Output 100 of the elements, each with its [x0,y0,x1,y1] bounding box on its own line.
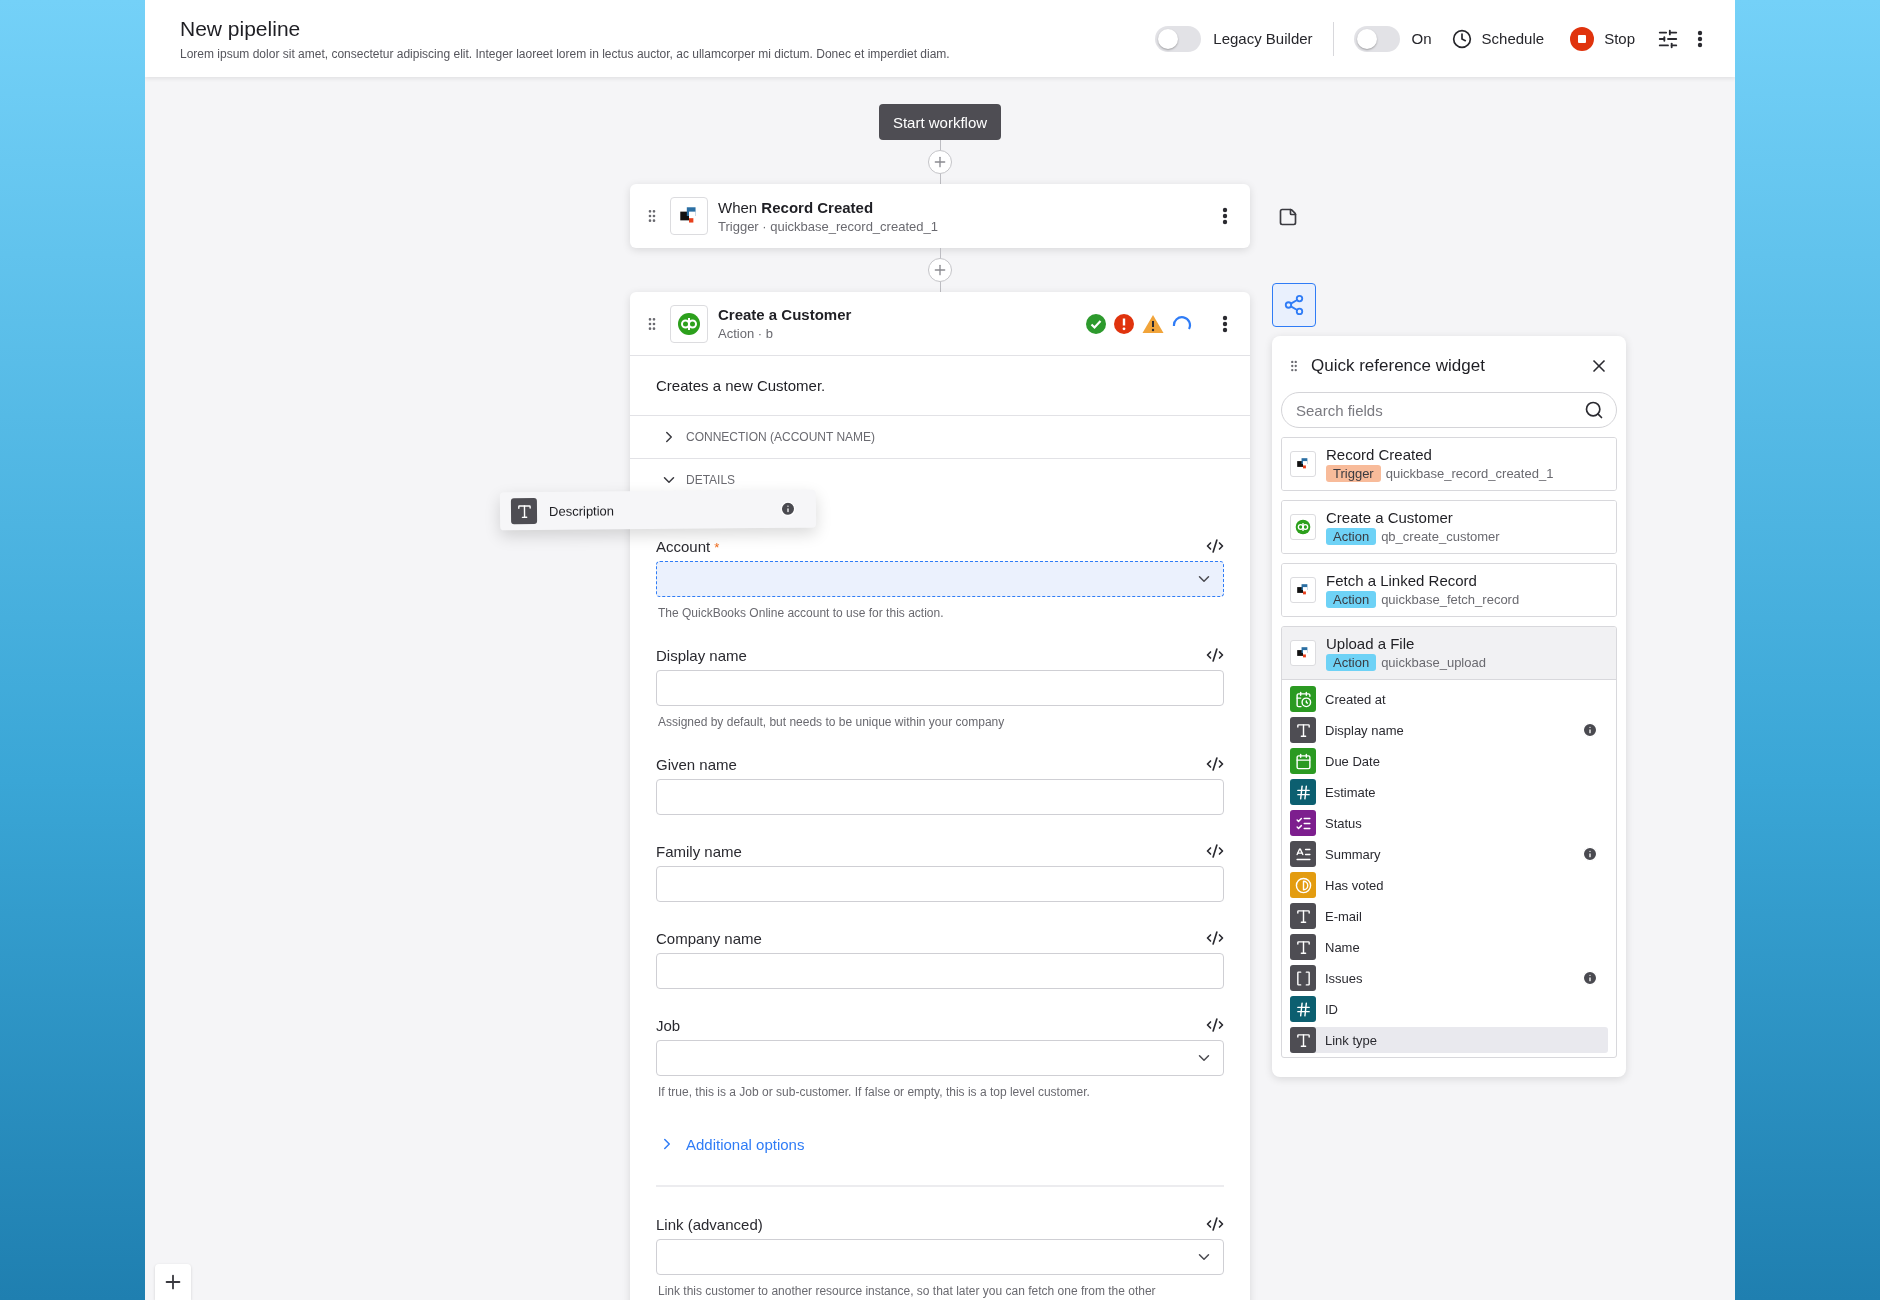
step-key: quickbase_fetch_record [1381,592,1520,607]
field-name: Due Date [1325,753,1381,769]
kebab-icon [1697,29,1703,48]
step-type-tag: Action [1326,654,1377,671]
pipeline-title: New pipeline [180,16,302,41]
step-title: Upload a File [1326,635,1416,652]
schedule-button[interactable]: Schedule [1445,24,1551,53]
step-item[interactable]: Upload a File Action quickbase_upload [1282,627,1616,680]
sticky-note-icon [1278,207,1298,227]
input-field[interactable] [656,779,1224,815]
text-icon [1290,717,1316,743]
step-description: Creates a new Customer. [630,356,1250,416]
logo-icon [677,311,701,336]
clock-icon [1451,28,1472,49]
additional-options-link[interactable]: Additional options [656,1129,1224,1159]
search-icon [1584,400,1604,420]
field-label: Display name [656,646,747,664]
step-item[interactable]: Create a Customer Action qb_create_customer [1282,501,1616,553]
code-icon[interactable] [1206,1016,1224,1034]
field-name: Has voted [1325,877,1385,893]
sliders-icon [1657,27,1679,50]
field-item[interactable]: Link type [1290,1027,1608,1053]
kebab-icon [1222,207,1228,225]
logo-icon [1295,519,1311,535]
toggle-label: On [1411,30,1432,47]
field-label: Company name [656,929,762,947]
step-title: Create a Customer [1326,509,1454,526]
input-field[interactable] [656,866,1224,902]
field-name: ID [1325,1001,1339,1017]
plus-icon [932,154,948,170]
success-icon [1086,313,1106,334]
step-key: qb_create_customer [1381,529,1500,544]
kebab-icon [1222,314,1228,333]
field-name: Description [548,501,616,519]
start-workflow-button[interactable]: Start workflow [878,104,1002,140]
field-label: Job [656,1016,681,1034]
code-icon[interactable] [1206,929,1224,947]
long-text-icon [1290,841,1316,867]
stop-button[interactable]: Stop [1564,22,1641,55]
code-icon[interactable] [1206,646,1224,664]
info-icon[interactable] [1582,722,1598,738]
field-hint: Link this customer to another resource instance, so that later you can fetch one from the other [657,1284,1157,1298]
field-name: Estimate [1325,784,1377,800]
step-item[interactable]: Fetch a Linked Record Action quickbase_fetch_record [1282,564,1616,616]
step-title: Record Created [1326,446,1433,463]
dragged-field-chip[interactable]: Description [499,489,817,531]
step-item[interactable]: Record Created Trigger quickbase_record_created_1 [1282,438,1616,490]
code-icon[interactable] [1206,755,1224,773]
step-title: Fetch a Linked Record [1326,572,1478,589]
calendar-icon [1290,748,1316,774]
toggle-switch[interactable] [1353,25,1400,52]
step-key: quickbase_record_created_1 [1385,466,1554,481]
connected-nodes-icon [1283,294,1305,316]
step-type-tag: Action [1326,591,1377,608]
step-title: Create a Customer [718,306,853,323]
search-input[interactable]: Search fields [1294,400,1584,420]
field-label: Family name [656,842,742,860]
text-icon [1290,903,1316,929]
info-icon[interactable] [779,500,797,517]
checklist-icon [1290,810,1316,836]
code-icon[interactable] [1206,537,1224,555]
panel-title: Quick reference widget [1311,356,1486,376]
step-subtitle: Trigger · quickbase_record_created_1 [718,218,939,234]
field-name: Link type [1325,1032,1379,1048]
text-icon [510,498,538,525]
field-label: Given name [656,755,737,773]
info-icon[interactable] [1582,970,1598,986]
hash-icon [1290,996,1316,1022]
stop-icon [1570,26,1595,51]
step-type-tag: Trigger [1326,465,1381,482]
field-name: Created at [1325,691,1387,707]
field-name: E-mail [1325,908,1363,924]
graph-button[interactable] [1272,283,1316,327]
input-field[interactable] [656,670,1224,706]
field-name: Issues [1325,970,1364,986]
plus-icon [932,262,948,278]
zoom-in-button[interactable] [155,1264,191,1300]
text-icon [1290,1027,1316,1053]
warning-icon [1142,313,1164,334]
date-time-icon [1290,686,1316,712]
field-label: Link (advanced) [656,1215,763,1233]
step-key: quickbase_upload [1381,655,1486,670]
field-hint: If true, this is a Job or sub-customer. If false or empty, this is a top level customer. [657,1085,1091,1099]
input-field[interactable] [656,953,1224,989]
step-type-tag: Action [1326,528,1377,545]
field-name: Status [1325,815,1363,831]
hash-icon [1290,779,1316,805]
code-icon[interactable] [1206,842,1224,860]
field-label: Account * [656,537,720,555]
toggle-switch[interactable] [1155,25,1202,52]
more-button[interactable] [1220,205,1230,227]
error-icon [1114,313,1134,334]
code-icon[interactable] [1206,1215,1224,1233]
trigger-card[interactable]: When Record Created Trigger · quickbase_record_created_1 [630,184,1250,248]
text-icon [1290,934,1316,960]
pipeline-description: Lorem ipsum dolor sit amet, consectetur adipiscing elit. Integer laoreet lorem in lectus auctor, ac ullamcorper mi dictum. Donec et imperdiet diam. [180,46,951,61]
info-icon[interactable] [1582,846,1598,862]
step-subtitle: Action · b [718,326,774,341]
select-field[interactable] [656,561,1224,597]
section-toggle[interactable]: CONNECTION (ACCOUNT NAME) [630,416,1250,459]
